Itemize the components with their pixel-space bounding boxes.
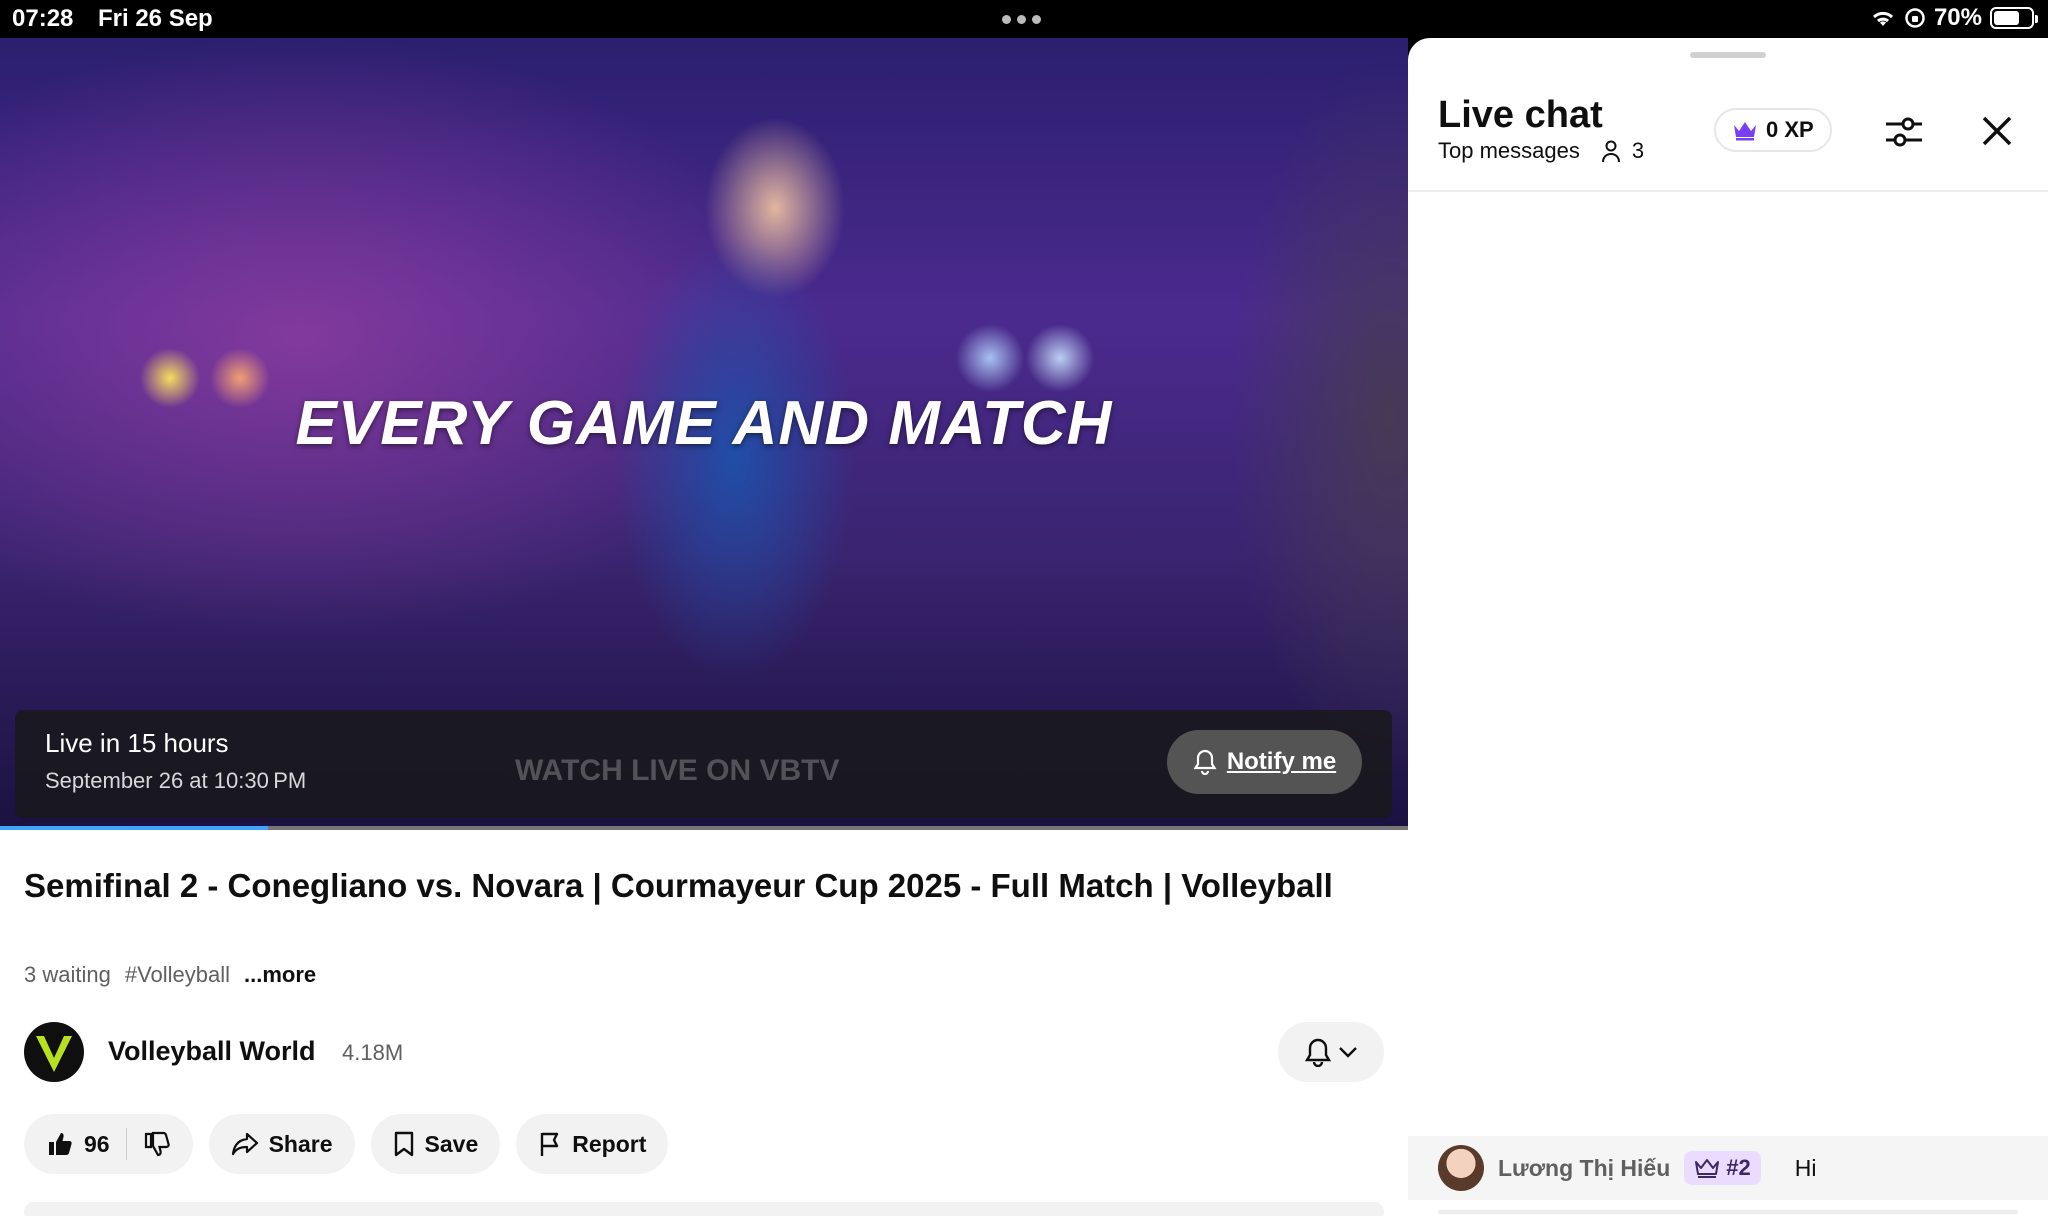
report-label: Report	[572, 1130, 647, 1157]
channel-avatar[interactable]	[24, 1022, 84, 1082]
channel-row: Volleyball World 4.18M	[24, 1020, 1384, 1082]
channel-name[interactable]: Volleyball World	[108, 1036, 316, 1067]
subscriber-count: 4.18M	[342, 1040, 404, 1065]
bookmark-icon	[394, 1131, 413, 1157]
status-right: 70%	[1870, 4, 2038, 32]
divider	[125, 1128, 127, 1160]
volleyball-world-logo-icon	[36, 1036, 72, 1072]
save-button[interactable]: Save	[370, 1114, 501, 1174]
chat-mode-row: Top messages 3	[1438, 138, 1644, 164]
meta-row[interactable]: 3 waiting #Volleyball ...more	[24, 962, 316, 988]
multitasking-dots-icon[interactable]	[1002, 15, 1041, 24]
next-section-strip	[24, 1202, 1384, 1216]
status-time: 07:28	[12, 5, 74, 32]
crown-icon	[1734, 122, 1756, 141]
vbtv-watermark: WATCH LIVE ON VBTV	[515, 754, 840, 787]
live-time: September 26 at 10:30 PM	[45, 768, 307, 793]
notify-me-label: Notify me	[1226, 748, 1337, 775]
orientation-lock-icon	[1905, 8, 1925, 28]
chat-message[interactable]: Lương Thị Hiếu #2 Hi	[1408, 1136, 2048, 1200]
rank-value: #2	[1726, 1155, 1751, 1180]
drag-handle[interactable]	[1690, 52, 1766, 58]
video-player[interactable]: EVERY GAME AND MATCH Live in 15 hours Se…	[0, 38, 1408, 830]
xp-badge[interactable]: 0 XP	[1714, 108, 1832, 152]
live-chat-panel: Live chat Top messages 3 0 XP Lương Thị …	[1408, 38, 2048, 1216]
wifi-icon	[1872, 11, 1893, 26]
share-icon	[231, 1132, 258, 1156]
chat-divider	[1408, 190, 2048, 192]
viewer-count-group: 3	[1600, 138, 1644, 164]
thumbs-up-icon[interactable]	[46, 1130, 74, 1158]
filter-sliders-icon[interactable]	[1882, 110, 1926, 154]
live-banner: Live in 15 hours September 26 at 10:30 P…	[15, 710, 1392, 818]
chat-mode-selector[interactable]: Top messages	[1438, 138, 1580, 164]
battery-icon	[1990, 7, 2038, 29]
battery-percent: 70%	[1933, 4, 1982, 31]
subscription-bell-button[interactable]	[1278, 1022, 1384, 1082]
rank-badge: #2	[1684, 1151, 1761, 1185]
person-icon	[1601, 140, 1620, 163]
message-text: Hi	[1794, 1154, 1817, 1181]
like-dislike-group: 96	[24, 1114, 193, 1174]
hashtag-link[interactable]: #Volleyball	[125, 962, 230, 988]
crown-outline-icon	[1695, 1159, 1720, 1178]
chat-input-edge	[1438, 1210, 2018, 1214]
avatar[interactable]	[1438, 1145, 1484, 1191]
xp-value: 0 XP	[1766, 117, 1814, 142]
chat-title: Live chat	[1438, 94, 1603, 136]
video-title[interactable]: Semifinal 2 - Conegliano vs. Novara | Co…	[24, 866, 1374, 906]
video-overlay-text: EVERY GAME AND MATCH	[295, 389, 1113, 458]
bell-icon	[1193, 749, 1217, 775]
actions-row: 96 Share Save Report	[24, 1114, 669, 1174]
message-author[interactable]: Lương Thị Hiếu	[1498, 1155, 1670, 1182]
video-details: Semifinal 2 - Conegliano vs. Novara | Co…	[0, 830, 1408, 1216]
like-count[interactable]: 96	[84, 1131, 110, 1158]
status-date: Fri 26 Sep	[98, 5, 213, 32]
share-button[interactable]: Share	[208, 1114, 355, 1174]
close-icon[interactable]	[1978, 112, 2016, 150]
viewer-count: 3	[1631, 138, 1645, 163]
waiting-count: 3 waiting	[24, 962, 111, 987]
bell-icon	[1304, 1038, 1332, 1067]
live-status: Live in 15 hours	[45, 728, 229, 758]
thumbs-down-icon[interactable]	[143, 1130, 171, 1158]
flag-icon	[541, 1132, 559, 1156]
share-label: Share	[268, 1130, 333, 1157]
more-link[interactable]: ...more	[244, 962, 316, 988]
notify-me-button[interactable]: Notify me	[1167, 730, 1362, 794]
report-button[interactable]: Report	[516, 1114, 669, 1174]
chevron-down-icon	[1339, 1047, 1357, 1058]
status-bar: 07:28 Fri 26 Sep 70%	[0, 0, 2048, 38]
save-label: Save	[424, 1130, 479, 1157]
